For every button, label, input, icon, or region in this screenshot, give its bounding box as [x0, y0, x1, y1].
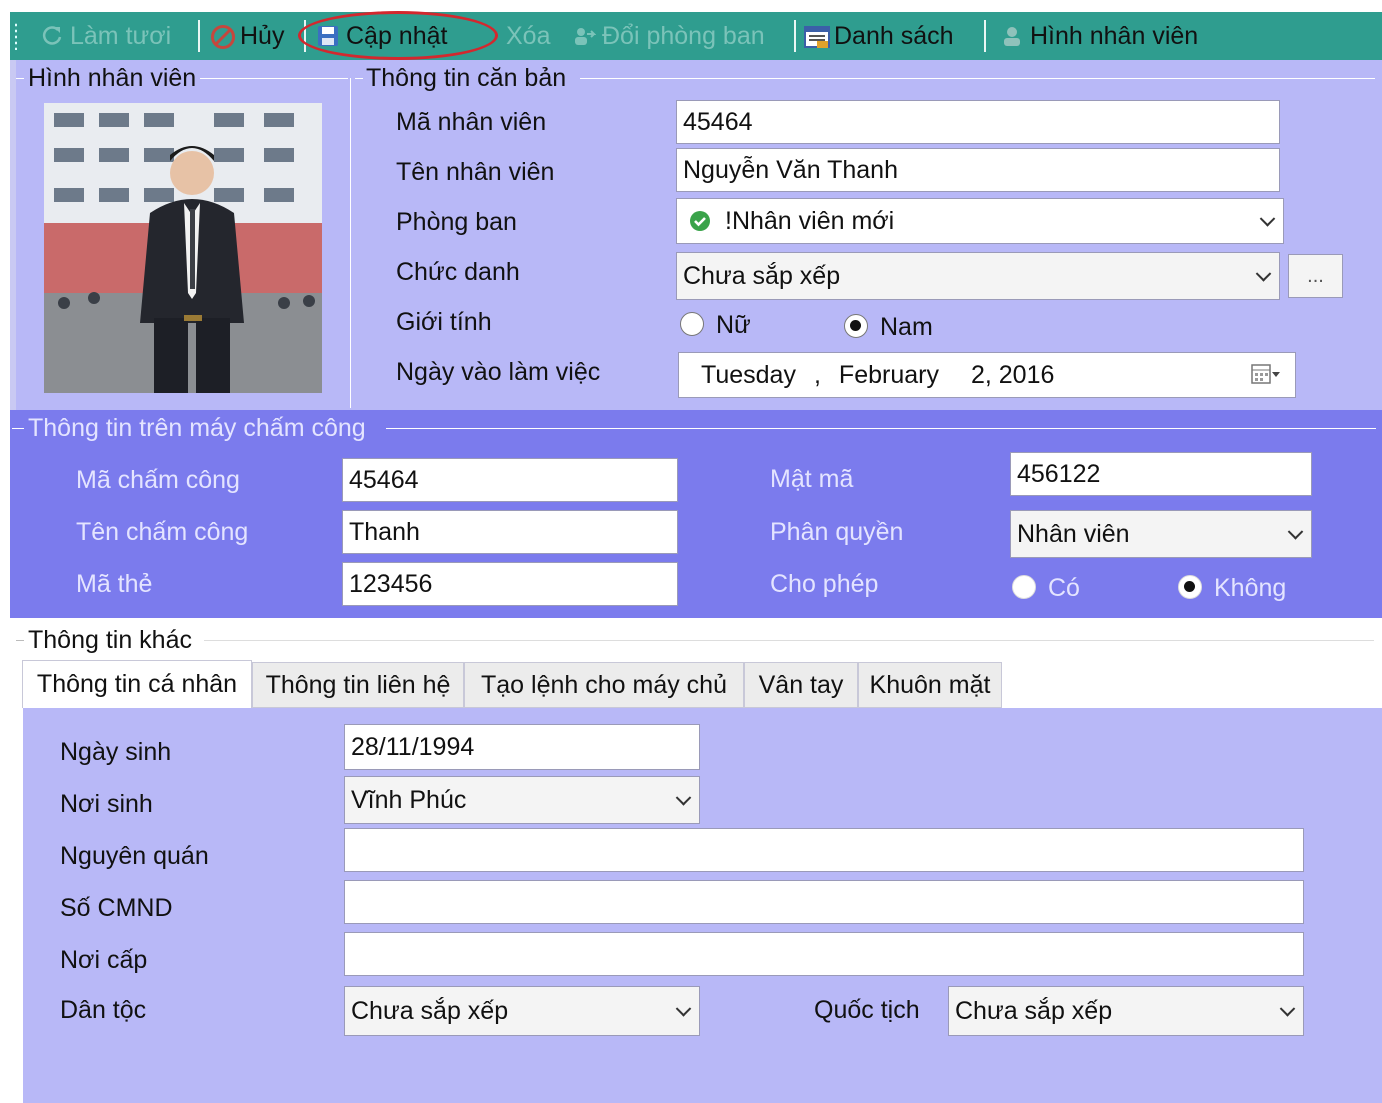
- chevron-down-icon: [675, 1001, 692, 1017]
- birth-place-label: Nơi sinh: [60, 790, 153, 818]
- calendar-dropdown-icon[interactable]: [1251, 362, 1281, 386]
- group-border: [580, 78, 1375, 79]
- issue-place-field[interactable]: [344, 932, 1304, 976]
- allow-no-radio[interactable]: [1178, 575, 1202, 599]
- toolbar-grip[interactable]: [14, 22, 18, 50]
- employee-photo-button[interactable]: Hình nhân viên: [1000, 12, 1198, 60]
- role-select[interactable]: Nhân viên: [1010, 510, 1312, 558]
- allow-yes-radio[interactable]: [1012, 575, 1036, 599]
- nationality-select[interactable]: Chưa sắp xếp: [948, 986, 1304, 1036]
- tab-personal-info[interactable]: Thông tin cá nhân: [22, 660, 252, 708]
- start-date-label: Ngày vào làm việc: [396, 358, 601, 386]
- timekeeper-name-label: Tên chấm công: [76, 518, 249, 546]
- highlight-annotation: [298, 11, 498, 60]
- change-department-button[interactable]: Đổi phòng ban: [572, 12, 765, 60]
- tab-server-command[interactable]: Tạo lệnh cho máy chủ: [464, 662, 744, 708]
- employee-name-label: Tên nhân viên: [396, 158, 555, 186]
- chevron-down-icon: [1259, 211, 1276, 227]
- tab-face[interactable]: Khuôn mặt: [858, 662, 1002, 708]
- chevron-down-icon: [1287, 524, 1304, 540]
- list-icon: [804, 24, 830, 48]
- group-border: [200, 78, 348, 79]
- refresh-icon: [40, 24, 64, 48]
- position-label: Chức danh: [396, 258, 520, 286]
- employee-photo[interactable]: [44, 103, 322, 393]
- gender-female-radio[interactable]: [680, 312, 704, 336]
- tab-fingerprint[interactable]: Vân tay: [744, 662, 858, 708]
- chevron-down-icon: [1279, 1001, 1296, 1017]
- start-date-picker[interactable]: Tuesday , February 2, 2016: [678, 352, 1296, 398]
- employee-id-field[interactable]: 45464: [676, 100, 1280, 144]
- basic-info-title: Thông tin căn bản: [366, 64, 567, 92]
- timekeeper-code-label: Mã chấm công: [76, 466, 240, 494]
- birth-date-field[interactable]: 28/11/1994: [344, 724, 700, 770]
- toolbar: Làm tươi Hủy Cập nhật Xóa Đổi phòng ban …: [10, 12, 1382, 60]
- id-number-field[interactable]: [344, 880, 1304, 924]
- card-code-field[interactable]: 123456: [342, 562, 678, 606]
- toolbar-separator: [794, 20, 796, 52]
- timekeeper-title: Thông tin trên máy chấm công: [28, 414, 366, 442]
- tab-contact-info[interactable]: Thông tin liên hệ: [252, 662, 464, 708]
- employee-name-field[interactable]: Nguyễn Văn Thanh: [676, 148, 1280, 192]
- allow-yes-label: Có: [1048, 574, 1080, 602]
- photo-group-title: Hình nhân viên: [28, 64, 197, 92]
- cancel-button[interactable]: Hủy: [210, 12, 284, 60]
- position-select[interactable]: Chưa sắp xếp: [676, 252, 1280, 300]
- other-info-title: Thông tin khác: [28, 626, 192, 654]
- gender-label: Giới tính: [396, 308, 492, 336]
- password-label: Mật mã: [770, 465, 854, 493]
- group-border: [386, 428, 1376, 429]
- group-border: [204, 640, 1374, 641]
- check-circle-icon: [689, 210, 711, 232]
- cancel-icon: [210, 24, 235, 49]
- department-label: Phòng ban: [396, 208, 517, 236]
- group-border: [16, 640, 24, 641]
- group-border: [355, 78, 363, 79]
- hometown-field[interactable]: [344, 828, 1304, 872]
- birth-date-label: Ngày sinh: [60, 738, 172, 766]
- gender-male-label: Nam: [880, 313, 933, 341]
- department-select[interactable]: !Nhân viên mới: [676, 198, 1284, 244]
- ethnicity-select[interactable]: Chưa sắp xếp: [344, 986, 700, 1036]
- list-button[interactable]: Danh sách: [804, 12, 954, 60]
- person-icon: [1000, 24, 1024, 48]
- card-code-label: Mã thẻ: [76, 570, 153, 598]
- group-border: [350, 78, 351, 408]
- allow-label: Cho phép: [770, 570, 879, 598]
- transfer-icon: [572, 24, 597, 48]
- chevron-down-icon: [675, 790, 692, 806]
- ethnicity-label: Dân tộc: [60, 996, 147, 1024]
- timekeeper-code-field[interactable]: 45464: [342, 458, 678, 502]
- position-more-button[interactable]: ...: [1288, 254, 1343, 298]
- role-label: Phân quyền: [770, 518, 904, 546]
- employee-id-label: Mã nhân viên: [396, 108, 547, 136]
- group-border: [12, 428, 24, 429]
- group-border: [16, 78, 24, 79]
- password-field[interactable]: 456122: [1010, 452, 1312, 496]
- toolbar-separator: [198, 20, 200, 52]
- chevron-down-icon: [1255, 266, 1272, 282]
- delete-button[interactable]: Xóa: [506, 12, 550, 60]
- id-number-label: Số CMND: [60, 894, 173, 922]
- gender-female-label: Nữ: [716, 311, 751, 339]
- issue-place-label: Nơi cấp: [60, 946, 148, 974]
- timekeeper-name-field[interactable]: Thanh: [342, 510, 678, 554]
- birth-place-select[interactable]: Vĩnh Phúc: [344, 776, 700, 824]
- toolbar-separator: [984, 20, 986, 52]
- refresh-button[interactable]: Làm tươi: [40, 12, 171, 60]
- hometown-label: Nguyên quán: [60, 842, 209, 870]
- nationality-label: Quốc tịch: [814, 996, 920, 1024]
- allow-no-label: Không: [1214, 574, 1287, 602]
- gender-male-radio[interactable]: [844, 314, 868, 338]
